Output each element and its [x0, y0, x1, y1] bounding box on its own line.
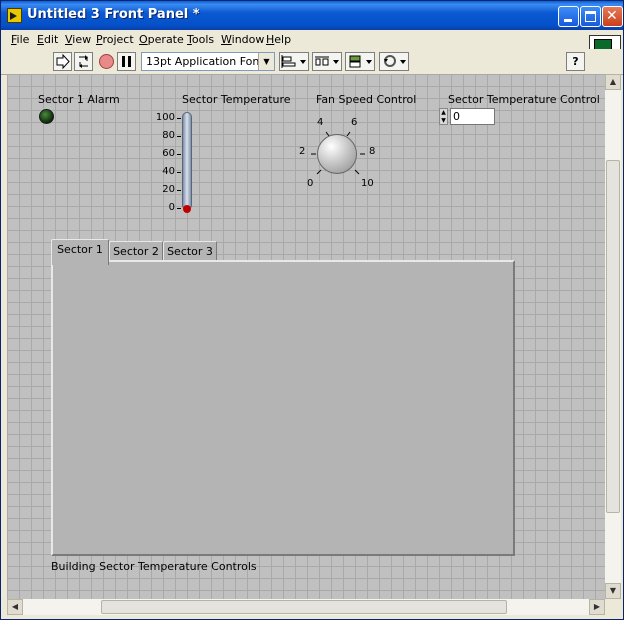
distribute-objects-icon [315, 56, 339, 66]
chevron-down-icon: ▼ [258, 53, 274, 70]
font-dropdown-value: 13pt Application Font [146, 55, 264, 68]
tab-sector-1[interactable]: Sector 1 [51, 239, 109, 265]
vertical-scrollbar[interactable]: ▲ ▼ [605, 74, 621, 599]
fan-speed-knob[interactable] [317, 134, 357, 174]
temp-tick-label: 100 [155, 112, 175, 123]
menu-view[interactable]: View [65, 33, 91, 46]
abort-button[interactable] [97, 52, 116, 71]
tab-control-page [51, 260, 515, 556]
sector-1-alarm-led[interactable] [39, 109, 54, 124]
temp-tick-label: 80 [162, 130, 175, 141]
scroll-right-arrow-icon[interactable]: ▶ [589, 599, 605, 615]
temp-tick [177, 136, 181, 137]
alarm-label: Sector 1 Alarm [38, 93, 120, 106]
temp-tick [177, 118, 181, 119]
run-continuously-button[interactable] [74, 52, 93, 71]
temp-tick-label: 40 [162, 166, 175, 177]
resize-objects-button[interactable] [345, 52, 375, 71]
tab-control-caption: Building Sector Temperature Controls [51, 560, 257, 573]
temp-tick [177, 208, 181, 209]
pause-icon [122, 56, 131, 67]
menu-edit[interactable]: Edit [37, 33, 58, 46]
menu-tools[interactable]: Tools [187, 33, 214, 46]
title-bar: Untitled 3 Front Panel * ✕ [1, 1, 623, 30]
window-title: Untitled 3 Front Panel * [27, 7, 200, 22]
vertical-scroll-thumb[interactable] [606, 160, 620, 513]
temperature-control-numeric[interactable]: ▲ ▼ 0 [439, 108, 495, 125]
temperature-label: Sector Temperature [182, 93, 291, 106]
scroll-up-arrow-icon[interactable]: ▲ [605, 74, 621, 90]
abort-stop-icon [99, 54, 114, 69]
font-dropdown[interactable]: 13pt Application Font ▼ [141, 52, 275, 71]
scrollbar-corner [605, 599, 621, 615]
run-button[interactable] [53, 52, 72, 71]
maximize-button[interactable] [580, 6, 601, 27]
temp-tick [177, 154, 181, 155]
tab-sector-2[interactable]: Sector 2 [109, 241, 163, 262]
menu-help[interactable]: Help [266, 33, 291, 46]
thermometer-level-fill [183, 205, 191, 213]
close-icon: ✕ [606, 8, 618, 24]
menu-bar: File Edit View Project Operate Tools Win… [1, 30, 623, 49]
temp-tick-label: 60 [162, 148, 175, 159]
align-objects-icon [281, 55, 306, 68]
distribute-objects-button[interactable] [312, 52, 342, 71]
temperature-control-label: Sector Temperature Control [448, 93, 600, 106]
menu-file[interactable]: File [11, 33, 29, 46]
pause-button[interactable] [117, 52, 136, 71]
scroll-down-arrow-icon[interactable]: ▼ [605, 583, 621, 599]
temperature-control-value[interactable]: 0 [450, 108, 495, 125]
menu-operate[interactable]: Operate [139, 33, 184, 46]
front-panel-canvas: Sector 1 Alarm Sector Temperature 100 80… [7, 74, 605, 599]
minimize-icon [564, 19, 572, 22]
temp-tick-label: 20 [162, 184, 175, 195]
scroll-left-arrow-icon[interactable]: ◀ [7, 599, 23, 615]
tab-sector-3[interactable]: Sector 3 [163, 241, 217, 262]
temp-tick [177, 190, 181, 191]
fan-speed-label: Fan Speed Control [316, 93, 417, 106]
reorder-icon [384, 55, 406, 67]
maximize-icon [585, 11, 596, 22]
horizontal-scrollbar[interactable]: ◀ ▶ [7, 599, 605, 615]
align-objects-button[interactable] [279, 52, 309, 71]
resize-objects-icon [349, 55, 372, 68]
temp-tick [177, 172, 181, 173]
run-arrow-icon [56, 53, 70, 70]
menu-window[interactable]: Window [221, 33, 264, 46]
reorder-button[interactable] [379, 52, 409, 71]
front-panel-window: Untitled 3 Front Panel * ✕ File Edit Vie… [0, 0, 624, 620]
sector-temperature-thermometer[interactable] [182, 112, 192, 210]
run-continuously-icon [79, 55, 88, 68]
close-button[interactable]: ✕ [602, 6, 623, 27]
menu-project[interactable]: Project [96, 33, 134, 46]
horizontal-scroll-thumb[interactable] [101, 600, 507, 614]
context-help-button[interactable]: ? [566, 52, 585, 71]
increment-decrement-arrows[interactable]: ▲ ▼ [439, 108, 448, 125]
help-icon: ? [572, 55, 579, 68]
temp-tick-label: 0 [168, 202, 175, 213]
toolbar: 13pt Application Font ▼ ? [1, 49, 623, 75]
minimize-button[interactable] [558, 6, 579, 27]
labview-vi-icon [7, 8, 22, 23]
